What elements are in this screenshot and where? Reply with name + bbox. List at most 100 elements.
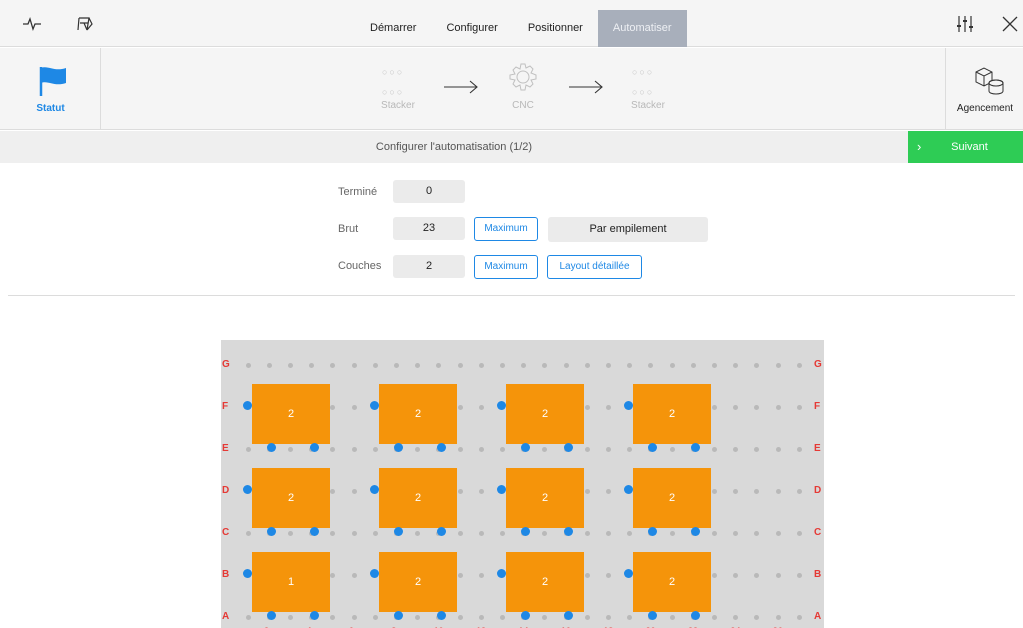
detailed-layout-button[interactable]: Layout détaillée [547,255,642,279]
grid-hole [478,362,484,368]
grid-hole [287,362,293,368]
raw-maximum-button[interactable]: Maximum [474,217,538,241]
tab-demarrer[interactable]: Démarrer [355,10,431,47]
grid-hole [372,614,378,620]
grid-hole [245,614,251,620]
grid-hole [499,614,505,620]
next-button-label: Suivant [951,141,988,153]
grid-hole [605,614,611,620]
next-button[interactable]: › Suivant [908,131,1023,163]
finished-field[interactable]: 0 [393,180,465,203]
part-block[interactable]: 2 [252,384,330,444]
part-block[interactable]: 2 [506,552,584,612]
grid-hole [796,446,802,452]
grid-hole [711,362,717,368]
grid-hole [754,614,760,620]
grid-hole [669,446,675,452]
part-block[interactable]: 2 [506,468,584,528]
grid-hole [457,530,463,536]
row-label: F [222,401,229,412]
grid-hole [499,362,505,368]
part-block[interactable]: 2 [379,384,457,444]
grid-hole [415,362,421,368]
tab-automatiser[interactable]: Automatiser [597,10,687,47]
row-label: E [814,443,821,454]
grid-hole [754,530,760,536]
grid-hole [584,530,590,536]
grid-hole [605,446,611,452]
stack-mode-button[interactable]: Par empilement [548,217,708,242]
grid-hole [330,362,336,368]
part-block[interactable]: 1 [252,552,330,612]
status-panel[interactable]: Statut [0,48,101,130]
grid-hole [584,614,590,620]
grid-hole [478,404,484,410]
locating-pin [310,611,319,620]
row-label: B [222,569,230,580]
grid-hole [521,362,527,368]
grid-hole [733,404,739,410]
grid-hole [351,404,357,410]
grid-hole [627,446,633,452]
grid-hole [605,530,611,536]
raw-field[interactable]: 23 [393,217,465,240]
layout-label: Agencement [956,103,1014,114]
grid-hole [733,446,739,452]
close-icon[interactable] [1000,14,1020,34]
grid-hole [542,530,548,536]
locating-pin [564,611,573,620]
grid-hole [415,530,421,536]
locating-pin [648,443,657,452]
arrow-right-icon [444,80,478,94]
grid-hole [499,530,505,536]
raw-label: Brut [338,223,359,235]
part-block[interactable]: 2 [379,552,457,612]
step-stacker-out: Stacker [631,100,665,111]
locating-pin [648,527,657,536]
grid-hole [393,362,399,368]
grid-hole [733,530,739,536]
config-bar: Configurer l'automatisation (1/2) › Suiv… [0,131,1023,163]
grid-hole [733,614,739,620]
pulse-icon[interactable] [22,14,42,34]
grid-hole [627,362,633,368]
locating-pin [267,443,276,452]
part-block[interactable]: 2 [506,384,584,444]
tab-positionner[interactable]: Positionner [513,10,598,47]
locating-pin [370,401,379,410]
locating-pin [497,569,506,578]
layout-panel[interactable]: Agencement [945,48,1023,130]
part-block[interactable]: 2 [252,468,330,528]
grid-hole [287,446,293,452]
grid-hole [796,572,802,578]
tab-configurer[interactable]: Configurer [431,10,512,47]
grid-hole [605,362,611,368]
row-label: B [814,569,822,580]
grid-hole [754,488,760,494]
sliders-icon[interactable] [955,14,975,34]
grid-hole [351,614,357,620]
grid-hole [584,572,590,578]
layers-label: Couches [338,260,382,272]
grid-hole [796,404,802,410]
locating-pin [243,485,252,494]
part-block[interactable]: 2 [633,468,711,528]
layers-maximum-button[interactable]: Maximum [474,255,538,279]
arrow-right-icon [569,80,603,94]
robot-logo-icon[interactable] [75,14,95,34]
part-block[interactable]: 2 [633,552,711,612]
grid-hole [499,446,505,452]
grid-hole [330,446,336,452]
part-block[interactable]: 2 [633,384,711,444]
row-label: C [814,527,822,538]
layers-field[interactable]: 2 [393,255,465,278]
row-label: G [814,359,822,370]
grid-hole [478,488,484,494]
locating-pin [394,443,403,452]
step-cnc: CNC [512,100,534,111]
grid-hole [330,572,336,578]
part-block[interactable]: 2 [379,468,457,528]
grid-hole [669,362,675,368]
row-label: A [814,611,822,622]
row-label: E [222,443,229,454]
